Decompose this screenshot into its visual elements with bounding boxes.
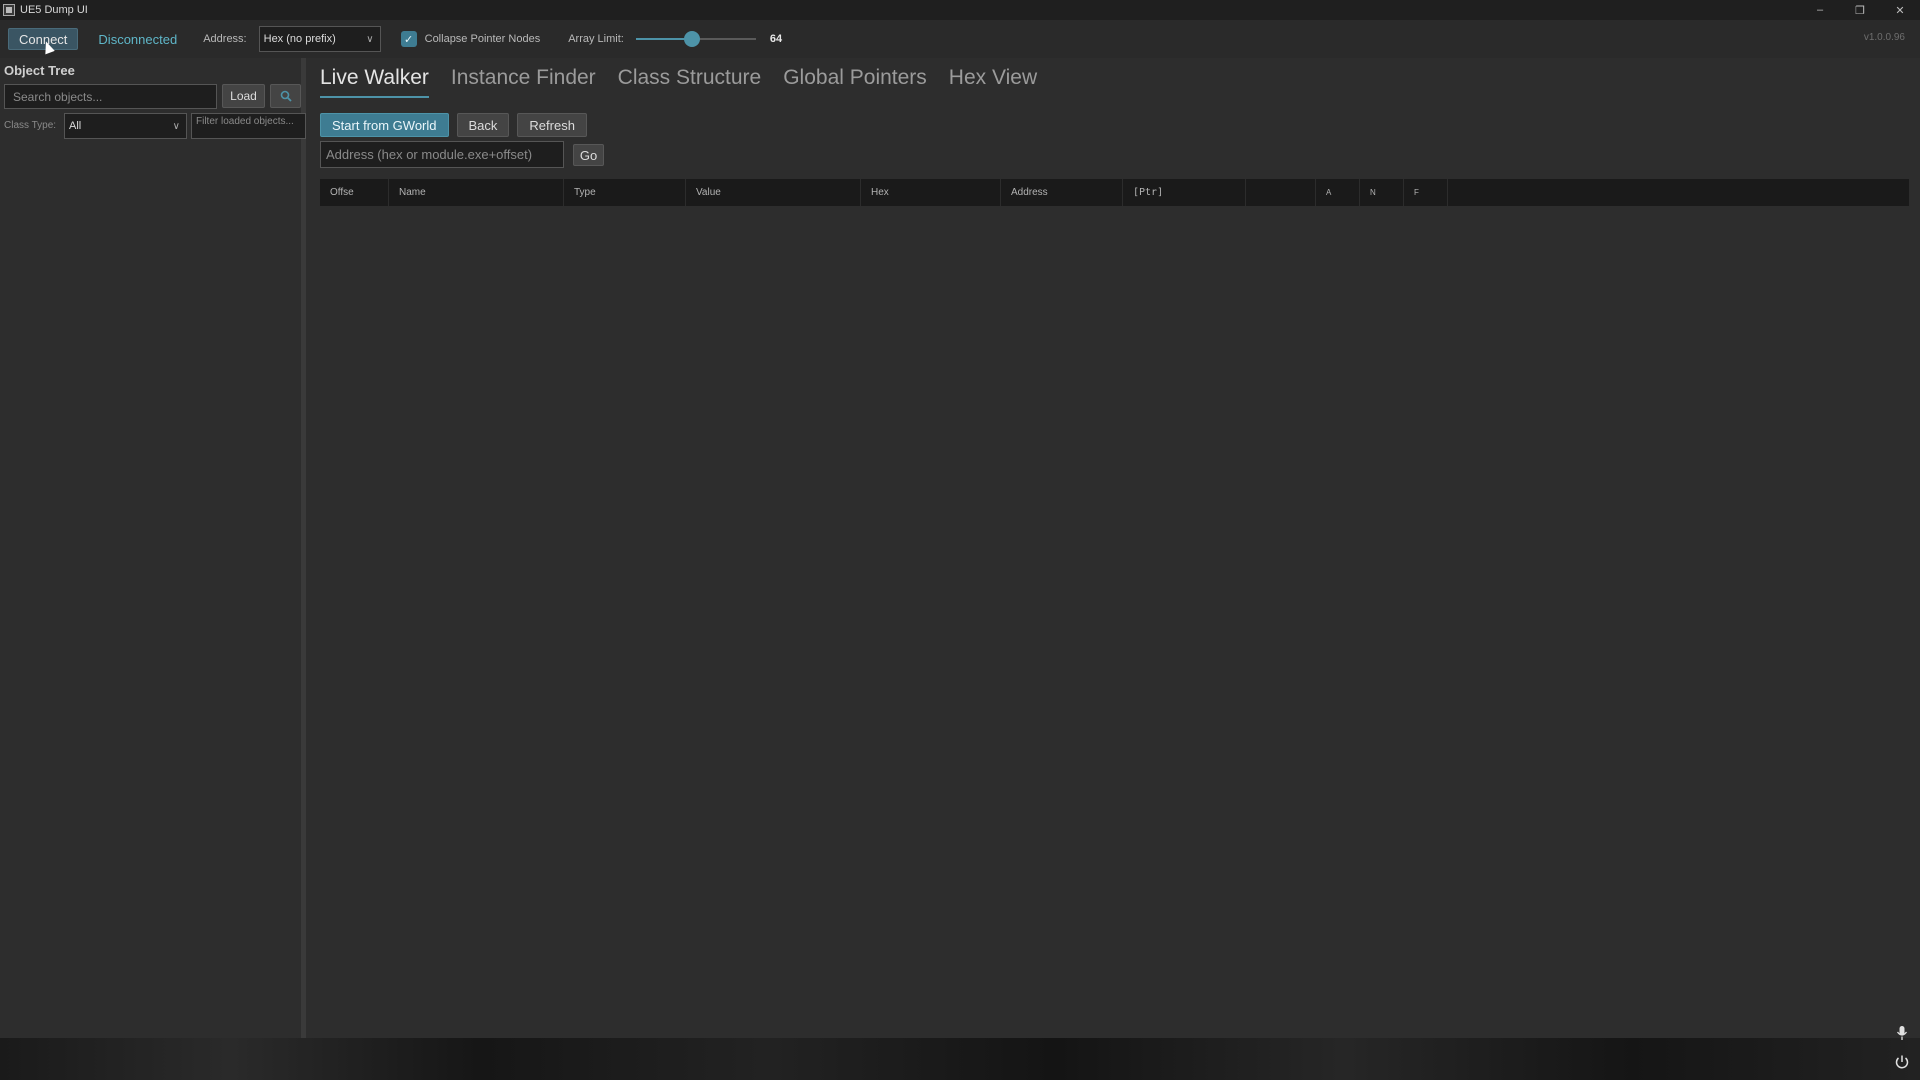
- array-limit-slider[interactable]: [635, 31, 756, 47]
- address-format-select[interactable]: Hex (no prefix) ∨: [258, 26, 381, 52]
- column-header-n[interactable]: N: [1360, 179, 1404, 206]
- connection-status: Disconnected: [98, 31, 178, 47]
- toolbar: Connect Disconnected Address: Hex (no pr…: [0, 20, 1920, 58]
- window-title: UE5 Dump UI: [20, 4, 88, 16]
- microphone-icon[interactable]: [1892, 1023, 1912, 1043]
- object-tree-panel: Object Tree Search objects... Load Class…: [0, 58, 306, 1038]
- column-header-hex[interactable]: Hex: [861, 179, 1001, 206]
- class-type-value: All: [69, 120, 82, 132]
- column-header-type[interactable]: Type: [564, 179, 686, 206]
- app-icon: [3, 4, 15, 16]
- array-limit-label: Array Limit:: [568, 33, 624, 45]
- window-controls: – ❐ ✕: [1800, 0, 1920, 20]
- column-header-spacer: [1448, 179, 1909, 206]
- class-type-select[interactable]: All ∨: [64, 113, 187, 139]
- column-header-value[interactable]: Value: [686, 179, 861, 206]
- search-objects-input[interactable]: Search objects...: [4, 84, 217, 109]
- background-strip: [0, 1038, 1920, 1080]
- column-header-offset[interactable]: Offse: [320, 179, 389, 206]
- collapse-pointer-toggle[interactable]: ✓ Collapse Pointer Nodes: [400, 31, 541, 47]
- collapse-pointer-label: Collapse Pointer Nodes: [424, 33, 541, 45]
- load-button[interactable]: Load: [222, 84, 265, 108]
- column-header-a[interactable]: A: [1316, 179, 1360, 206]
- tab-hex-view[interactable]: Hex View: [949, 66, 1037, 98]
- go-button[interactable]: Go: [573, 144, 604, 166]
- version-label: v1.0.0.96: [1863, 32, 1905, 43]
- main-panel: Live Walker Instance Finder Class Struct…: [311, 58, 1920, 1038]
- chevron-down-icon: ∨: [172, 121, 180, 132]
- walker-actions: Start from GWorld Back Refresh: [320, 113, 595, 137]
- title-bar: UE5 Dump UI – ❐ ✕: [0, 0, 1920, 20]
- column-header-blank[interactable]: [1246, 179, 1316, 206]
- refresh-button[interactable]: Refresh: [517, 113, 587, 137]
- search-button[interactable]: [270, 84, 301, 108]
- search-icon: [280, 90, 292, 102]
- checkbox-checked-icon[interactable]: ✓: [400, 31, 417, 47]
- class-type-label: Class Type:: [4, 120, 57, 131]
- column-header-ptr[interactable]: [Ptr]: [1123, 179, 1246, 206]
- restore-icon[interactable]: ❐: [1840, 0, 1880, 20]
- column-header-f[interactable]: F: [1404, 179, 1448, 206]
- chevron-down-icon: ∨: [366, 34, 374, 45]
- slider-handle[interactable]: [683, 31, 700, 47]
- column-header-name[interactable]: Name: [389, 179, 564, 206]
- column-header-address[interactable]: Address: [1001, 179, 1123, 206]
- tab-bar: Live Walker Instance Finder Class Struct…: [320, 66, 1059, 98]
- tab-class-structure[interactable]: Class Structure: [618, 66, 762, 98]
- filter-loaded-input[interactable]: Filter loaded objects...: [191, 113, 306, 139]
- tab-global-pointers[interactable]: Global Pointers: [783, 66, 927, 98]
- back-button[interactable]: Back: [456, 113, 510, 137]
- tab-live-walker[interactable]: Live Walker: [320, 66, 429, 98]
- panel-title: Object Tree: [4, 63, 75, 78]
- minimize-icon[interactable]: –: [1800, 0, 1840, 20]
- close-icon[interactable]: ✕: [1880, 0, 1920, 20]
- start-from-gworld-button[interactable]: Start from GWorld: [320, 113, 449, 137]
- table-header: Offse Name Type Value Hex Address [Ptr] …: [320, 179, 1909, 206]
- address-format-label: Address:: [203, 33, 247, 45]
- address-input[interactable]: Address (hex or module.exe+offset): [320, 141, 564, 168]
- power-icon[interactable]: [1892, 1052, 1912, 1072]
- address-format-value: Hex (no prefix): [263, 33, 336, 45]
- tab-instance-finder[interactable]: Instance Finder: [451, 66, 596, 98]
- array-limit-value: 64: [769, 33, 783, 45]
